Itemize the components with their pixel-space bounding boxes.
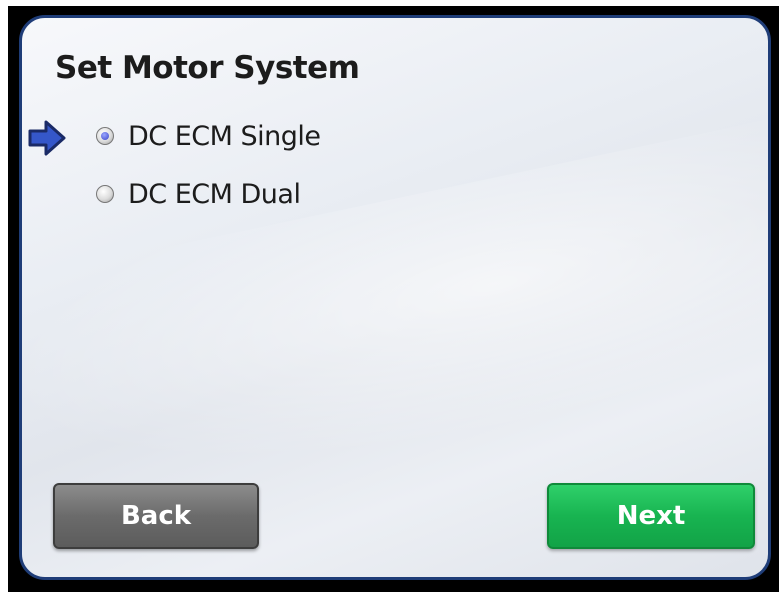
motor-system-screen: Set Motor System DC ECM Single DC ECM Du… (19, 15, 771, 580)
option-label: DC ECM Single (128, 120, 321, 152)
page-title: Set Motor System (55, 50, 360, 86)
right-arrow-icon (28, 120, 66, 156)
option-label: DC ECM Dual (128, 178, 301, 210)
radio-dot (101, 132, 109, 140)
radio-selected-icon[interactable] (96, 127, 114, 145)
radio-unselected-icon[interactable] (96, 185, 114, 203)
option-dc-ecm-single[interactable]: DC ECM Single (96, 116, 321, 156)
back-button[interactable]: Back (53, 483, 259, 549)
next-button[interactable]: Next (547, 483, 755, 549)
option-dc-ecm-dual[interactable]: DC ECM Dual (96, 174, 301, 214)
